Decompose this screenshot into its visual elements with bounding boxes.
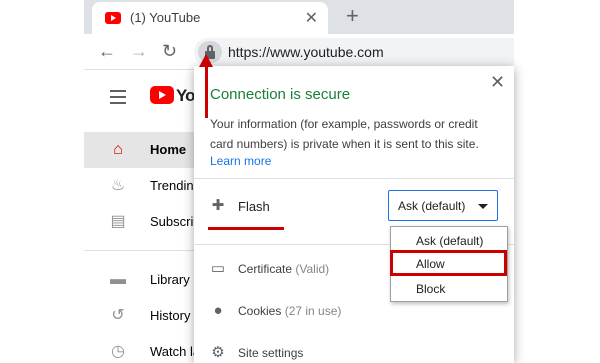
sidebar-item-watch-later[interactable]: ◷ Watch later [84, 334, 215, 363]
close-icon[interactable]: ✕ [490, 72, 505, 92]
caret-down-icon [478, 204, 488, 209]
cookies-count: (27 in use) [284, 304, 342, 318]
connection-description: Your information (for example, passwords… [210, 117, 479, 151]
tab-close-icon[interactable]: ✕ [305, 8, 318, 28]
cookie-icon: ● [213, 302, 223, 319]
sidebar-item-subscriptions[interactable]: ▤ Subscriptions [84, 204, 228, 240]
sidebar-item-label: Home [150, 142, 187, 157]
divider [194, 178, 514, 179]
browser-toolbar: ← → ↻ https://www.youtube.com [84, 34, 514, 70]
browser-tab[interactable]: (1) YouTube ✕ [92, 2, 328, 34]
sidebar-divider [84, 250, 194, 251]
subscriptions-icon: ▤ [110, 213, 126, 230]
annotation-underline [208, 227, 284, 230]
option-label: Block [416, 282, 446, 296]
puzzle-icon: ✚ [211, 197, 225, 214]
address-bar[interactable]: https://www.youtube.com [194, 38, 514, 66]
flash-permission-value: Ask (default) [398, 199, 466, 213]
url-text[interactable]: https://www.youtube.com [228, 44, 384, 60]
page-info-popup: ✕ Connection is secure Your information … [194, 66, 514, 363]
certificate-icon: ▭ [210, 260, 226, 277]
youtube-logo-icon[interactable] [150, 86, 174, 104]
flash-label: Flash [238, 199, 270, 214]
home-icon: ⌂ [113, 141, 123, 158]
youtube-favicon-icon [105, 12, 121, 24]
back-arrow-icon[interactable]: ← [98, 40, 116, 62]
site-settings-label: Site settings [238, 346, 304, 360]
sidebar-item-history[interactable]: ↺ History [84, 298, 194, 334]
clock-icon: ◷ [111, 343, 125, 360]
option-label: Allow [416, 257, 445, 271]
option-ask-default[interactable]: Ask (default) [391, 228, 507, 252]
option-label: Ask (default) [416, 234, 484, 248]
option-allow[interactable]: Allow [390, 250, 507, 276]
flame-icon: ♨ [110, 177, 126, 194]
sidebar-item-trending[interactable]: ♨ Trending [84, 168, 201, 204]
flash-permission-select[interactable]: Ask (default) [388, 190, 498, 221]
sidebar-item-label: Library [150, 272, 190, 287]
tab-title: (1) YouTube [130, 10, 201, 25]
hamburger-menu-icon[interactable] [110, 90, 126, 108]
folder-icon: ▬ [110, 271, 126, 288]
certificate-label-text: Certificate [238, 262, 293, 276]
learn-more-link[interactable]: Learn more [210, 154, 271, 168]
new-tab-icon[interactable]: + [346, 4, 359, 28]
sidebar-item-library[interactable]: ▬ Library [84, 262, 194, 298]
reload-icon[interactable]: ↻ [162, 40, 177, 62]
sidebar-item-label: History [150, 308, 191, 323]
sidebar-item-home[interactable]: ⌂ Home [84, 132, 194, 168]
certificate-label: Certificate (Valid) [238, 262, 329, 276]
flash-options-dropdown: Ask (default) Allow Block [390, 226, 508, 302]
history-icon: ↺ [111, 307, 125, 324]
certificate-status: (Valid) [295, 262, 330, 276]
tab-strip: (1) YouTube ✕ + [84, 0, 514, 34]
cookies-label: Cookies (27 in use) [238, 304, 341, 318]
annotation-arrow [205, 66, 208, 118]
option-block[interactable]: Block [391, 276, 507, 300]
gear-icon: ⚙ [211, 344, 225, 361]
connection-status-title: Connection is secure [210, 86, 351, 103]
forward-arrow-icon[interactable]: → [130, 40, 148, 62]
cookies-label-text: Cookies [238, 304, 282, 318]
